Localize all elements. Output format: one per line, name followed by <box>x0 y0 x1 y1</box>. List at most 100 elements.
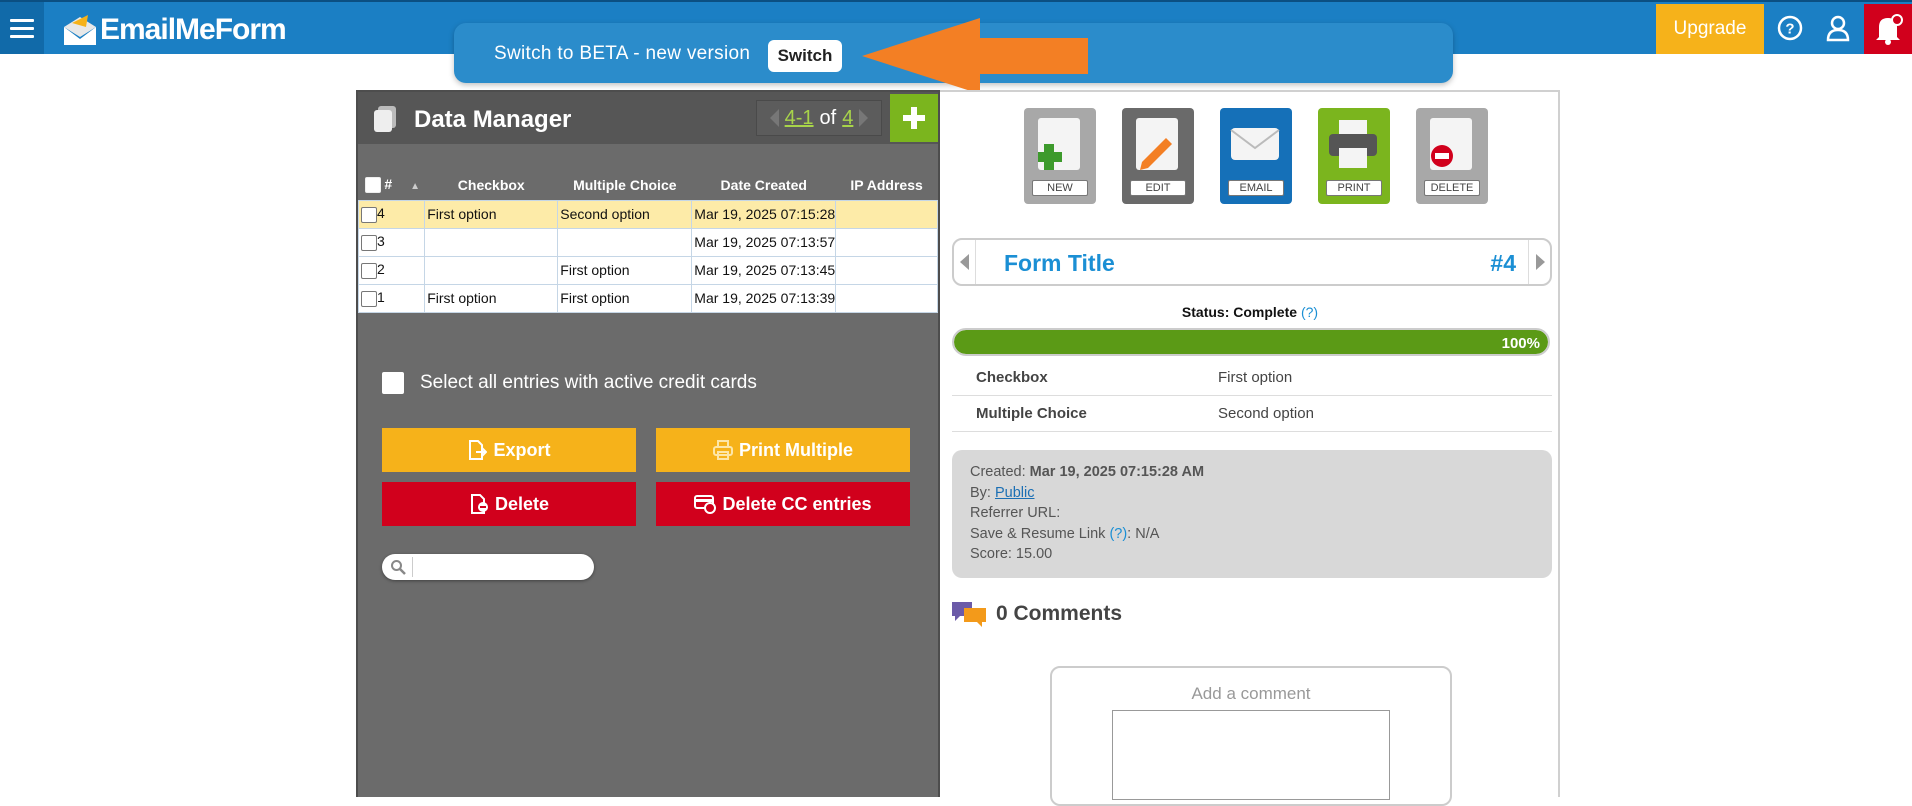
beta-banner-text: Switch to BETA - new version <box>494 43 751 64</box>
progress-fill <box>954 330 1548 354</box>
select-all-credit-cards-checkbox[interactable] <box>382 372 404 394</box>
table-row[interactable]: 1 First option First option Mar 19, 2025… <box>357 283 938 313</box>
by-user-link[interactable]: Public <box>995 485 1035 501</box>
delete-entry-button[interactable]: DELETE <box>1416 108 1488 204</box>
column-header-date-created[interactable]: Date Created <box>691 170 836 200</box>
pager-of: of <box>819 106 837 129</box>
delete-cc-entries-button[interactable]: Delete CC entries <box>656 482 910 526</box>
select-all-header: # ▲ <box>358 170 425 200</box>
column-header-checkbox[interactable]: Checkbox <box>424 170 558 200</box>
plus-icon <box>903 107 925 129</box>
delete-button[interactable]: Delete <box>382 482 636 526</box>
created-line: Created: Mar 19, 2025 07:15:28 AM <box>970 462 1534 483</box>
prev-entry-icon[interactable] <box>954 240 976 284</box>
ip-address-cell <box>835 227 938 257</box>
new-entry-button[interactable]: NEW <box>1024 108 1096 204</box>
checkbox-cell: First option <box>424 283 559 313</box>
entry-detail-panel: NEW EDIT EMAIL PRINT DELETE Form Title #… <box>940 90 1560 806</box>
search-field[interactable] <box>382 554 594 580</box>
progress-percent: 100% <box>1501 335 1540 352</box>
select-all-checkbox[interactable] <box>364 177 381 194</box>
upgrade-button[interactable]: Upgrade <box>1656 4 1764 54</box>
new-label: NEW <box>1032 180 1088 196</box>
form-title: Form Title <box>1004 250 1115 276</box>
prev-page-icon[interactable] <box>769 109 779 127</box>
save-resume-line: Save & Resume Link (?): N/A <box>970 524 1534 545</box>
multiple-choice-cell: Second option <box>557 199 693 229</box>
row-checkbox[interactable] <box>361 206 377 223</box>
delete-label: Delete <box>494 493 550 514</box>
table-row[interactable]: 2 First option Mar 19, 2025 07:13:45 <box>357 255 938 285</box>
delete-document-icon <box>1430 118 1472 170</box>
next-page-icon[interactable] <box>859 109 869 127</box>
comment-textarea[interactable] <box>1112 710 1390 800</box>
delete-cc-label: Delete CC entries <box>722 493 872 514</box>
referrer-url-label: Referrer URL: <box>970 505 1061 521</box>
bell-icon[interactable] <box>1864 4 1912 54</box>
select-all-credit-cards[interactable]: Select all entries with active credit ca… <box>382 372 757 394</box>
search-icon <box>391 560 406 575</box>
pager-total[interactable]: 4 <box>842 107 853 130</box>
switch-button[interactable]: Switch <box>768 40 842 72</box>
entry-number: #4 <box>1490 250 1516 276</box>
data-manager-title: Data Manager <box>414 106 572 133</box>
multiple-choice-cell <box>557 227 693 257</box>
entry-status: Status: Complete (?) <box>940 304 1560 320</box>
add-comment-placeholder: Add a comment <box>1191 684 1311 703</box>
comments-header: 0 Comments <box>952 600 1122 628</box>
field-key: Multiple Choice <box>976 405 1087 422</box>
row-checkbox[interactable] <box>361 234 377 251</box>
brand-logo[interactable]: EmailMeForm <box>62 10 287 50</box>
edit-entry-button[interactable]: EDIT <box>1122 108 1194 204</box>
date-created-cell: Mar 19, 2025 07:13:45 <box>691 255 837 285</box>
checkbox-cell: First option <box>424 199 559 229</box>
save-resume-help-link[interactable]: (?) <box>1109 526 1127 542</box>
save-resume-value: : N/A <box>1127 525 1160 542</box>
completion-progress-bar: 100% <box>952 328 1550 356</box>
menu-icon[interactable] <box>0 2 44 54</box>
print-entry-button[interactable]: PRINT <box>1318 108 1390 204</box>
edit-document-icon <box>1136 118 1178 170</box>
entries-table: # ▲ Checkbox Multiple Choice Date Create… <box>357 170 938 313</box>
print-label: PRINT <box>1326 180 1382 196</box>
column-header-number[interactable]: # <box>384 176 392 192</box>
by-line: By: Public <box>970 483 1534 504</box>
field-row: Checkbox First option <box>952 360 1552 396</box>
status-help-link[interactable]: (?) <box>1301 304 1318 320</box>
multiple-choice-cell: First option <box>557 255 693 285</box>
user-icon[interactable] <box>1822 12 1854 44</box>
comments-icon <box>952 602 986 627</box>
entry-pager: 4-1 of 4 <box>756 100 882 136</box>
edit-label: EDIT <box>1130 180 1186 196</box>
export-button[interactable]: Export <box>382 428 636 472</box>
ip-address-cell <box>835 283 938 313</box>
next-entry-icon[interactable] <box>1528 240 1550 284</box>
help-icon[interactable]: ? <box>1774 12 1806 44</box>
printer-icon <box>1329 118 1377 170</box>
row-checkbox[interactable] <box>361 290 377 307</box>
column-header-multiple-choice[interactable]: Multiple Choice <box>557 170 692 200</box>
pager-range[interactable]: 4-1 <box>785 107 814 130</box>
add-entry-button[interactable] <box>890 94 938 142</box>
row-checkbox[interactable] <box>361 262 377 279</box>
delete-label: DELETE <box>1424 180 1480 196</box>
envelope-icon <box>1230 118 1280 170</box>
documents-icon <box>372 104 400 134</box>
sort-icon[interactable]: ▲ <box>410 181 420 192</box>
multiple-choice-cell: First option <box>557 283 693 313</box>
add-comment-box: Add a comment <box>1050 666 1452 806</box>
date-created-cell: Mar 19, 2025 07:13:39 <box>691 283 837 313</box>
entry-metadata: Created: Mar 19, 2025 07:15:28 AM By: Pu… <box>952 450 1552 578</box>
table-row[interactable]: 3 Mar 19, 2025 07:13:57 <box>357 227 938 257</box>
print-multiple-button[interactable]: Print Multiple <box>656 428 910 472</box>
email-entry-button[interactable]: EMAIL <box>1220 108 1292 204</box>
form-title-bar: Form Title #4 <box>952 238 1552 286</box>
export-icon <box>469 440 488 460</box>
orange-arrow-icon <box>862 18 1088 94</box>
brand-name: EmailMeForm <box>100 13 287 46</box>
row-number: 3 <box>377 233 385 250</box>
column-header-ip-address[interactable]: IP Address <box>835 170 938 200</box>
comments-count: 0 Comments <box>996 602 1123 625</box>
export-label: Export <box>493 439 551 460</box>
table-row[interactable]: 4 First option Second option Mar 19, 202… <box>357 199 938 229</box>
